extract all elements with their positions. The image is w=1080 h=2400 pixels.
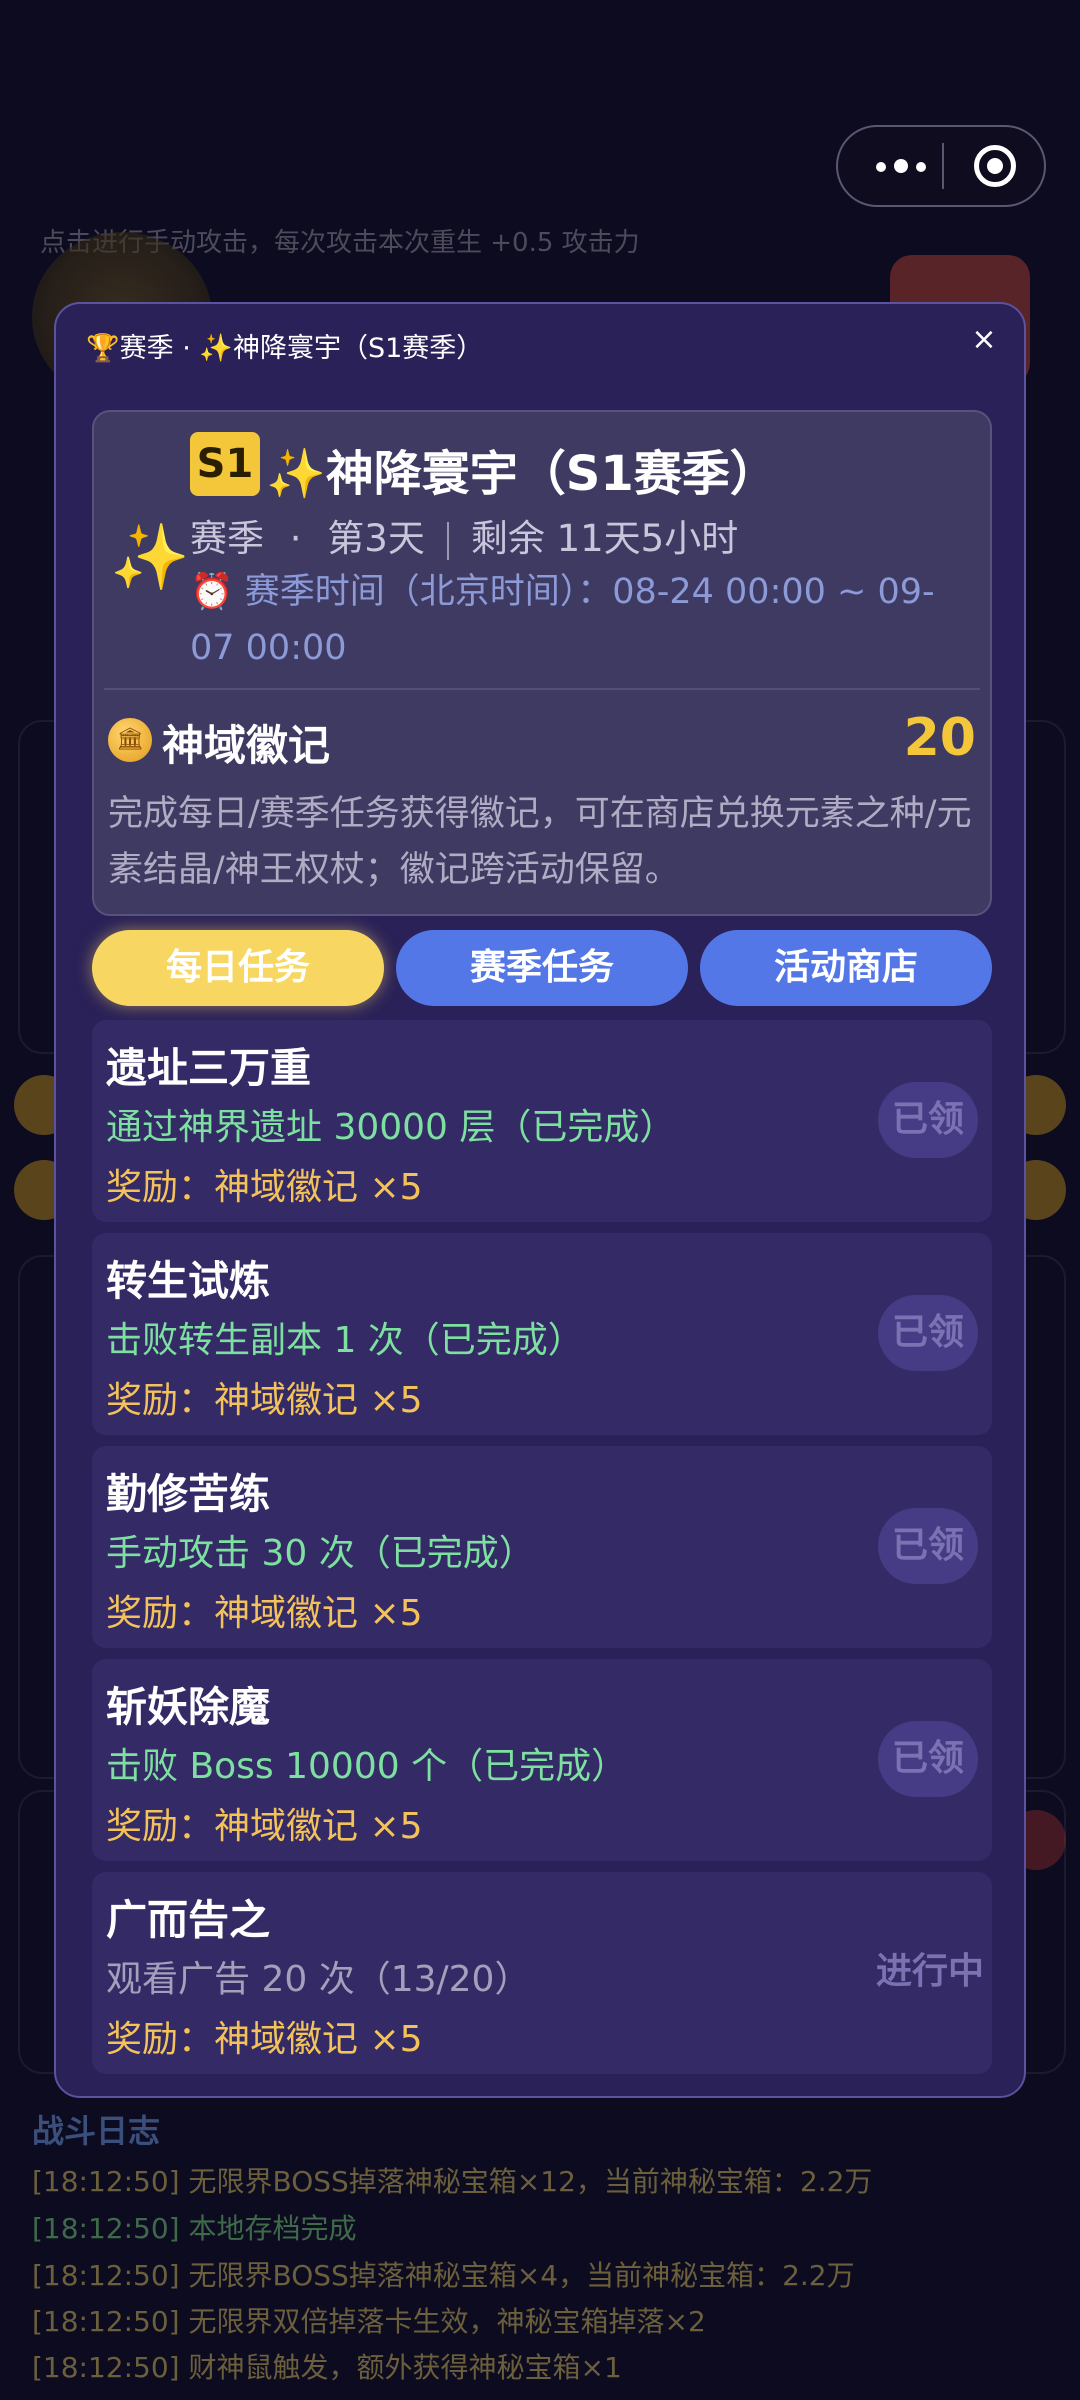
log-line: [18:12:50] 无限界BOSS掉落神秘宝箱×4，当前神秘宝箱：2.2万 <box>32 2259 855 2292</box>
season-modal: 🏆赛季 · ✨神降寰宇（S1赛季） × ✨ S1 ✨神降寰宇（S1赛季） 赛季 … <box>54 302 1026 2098</box>
tab-daily-tasks[interactable]: 每日任务 <box>92 930 384 1006</box>
currency-description: 完成每日/赛季任务获得徽记，可在商店兑换元素之种/元素结晶/神王权杖；徽记跨活动… <box>108 794 972 890</box>
modal-title: 🏆赛季 · ✨神降寰宇（S1赛季） <box>86 333 484 364</box>
divider <box>104 688 980 690</box>
close-icon[interactable]: × <box>964 322 1004 357</box>
tab-season-tasks[interactable]: 赛季任务 <box>396 930 688 1006</box>
season-type: 赛季 <box>190 517 264 560</box>
log-line: [18:12:50] 本地存档完成 <box>32 2212 357 2245</box>
task-reward: 奖励：神域徽记 ×5 <box>106 2019 423 2060</box>
emblem-coin-icon: 🏛 <box>108 718 152 762</box>
currency-value: 20 <box>903 708 976 768</box>
task-name: 勤修苦练 <box>106 1470 270 1518</box>
task-item: 斩妖除魔 击败 Boss 10000 个（已完成） 奖励：神域徽记 ×5 已领 <box>92 1659 992 1861</box>
season-meta: 赛季 · 第3天 剩余 11天5小时 <box>190 508 738 562</box>
season-info-card: ✨ S1 ✨神降寰宇（S1赛季） 赛季 · 第3天 剩余 11天5小时 ⏰ 赛季时… <box>92 410 992 916</box>
task-reward: 奖励：神域徽记 ×5 <box>106 1380 423 1421</box>
sparkle-icon: ✨ <box>266 446 326 502</box>
log-line: [18:12:50] 无限界双倍掉落卡生效，神秘宝箱掉落×2 <box>32 2305 706 2338</box>
capsule-divider <box>942 143 944 189</box>
claimed-button[interactable]: 已领 <box>878 1508 978 1584</box>
more-dots-icon[interactable] <box>866 147 936 185</box>
log-line: [18:12:50] 无限界BOSS掉落神秘宝箱×12，当前神秘宝箱：2.2万 <box>32 2165 873 2198</box>
season-time: ⏰ 赛季时间（北京时间）：08-24 00:00 ~ 09-07 00:00 <box>190 572 935 668</box>
dot-separator: · <box>289 517 302 560</box>
task-item: 转生试炼 击败转生副本 1 次（已完成） 奖励：神域徽记 ×5 已领 <box>92 1233 992 1435</box>
task-reward: 奖励：神域徽记 ×5 <box>106 1167 423 1208</box>
currency-label: 神域徽记 <box>162 721 331 770</box>
task-description: 通过神界遗址 30000 层（已完成） <box>106 1107 676 1148</box>
battle-log-title: 战斗日志 <box>32 2112 161 2150</box>
task-reward: 奖励：神域徽记 ×5 <box>106 1806 423 1847</box>
task-name: 转生试炼 <box>106 1257 270 1305</box>
claimed-button[interactable]: 已领 <box>878 1295 978 1371</box>
task-name: 斩妖除魔 <box>106 1683 270 1731</box>
meta-divider <box>446 521 449 560</box>
task-description: 观看广告 20 次（13/20） <box>106 1959 531 2000</box>
miniprogram-capsule <box>836 125 1046 207</box>
claimed-button[interactable]: 已领 <box>878 1721 978 1797</box>
task-item: 广而告之 观看广告 20 次（13/20） 奖励：神域徽记 ×5 进行中 <box>92 1872 992 2074</box>
task-item: 遗址三万重 通过神界遗址 30000 层（已完成） 奖励：神域徽记 ×5 已领 <box>92 1020 992 1222</box>
sparkle-icon: ✨ <box>110 521 190 595</box>
task-reward: 奖励：神域徽记 ×5 <box>106 1593 423 1634</box>
tab-event-shop[interactable]: 活动商店 <box>700 930 992 1006</box>
task-description: 击败转生副本 1 次（已完成） <box>106 1320 584 1361</box>
season-remaining: 剩余 11天5小时 <box>470 517 739 560</box>
task-description: 击败 Boss 10000 个（已完成） <box>106 1746 628 1787</box>
target-circle-icon[interactable] <box>974 145 1016 187</box>
season-day: 第3天 <box>327 517 425 560</box>
log-line: [18:12:50] 财神鼠触发，额外获得神秘宝箱×1 <box>32 2351 622 2384</box>
task-name: 广而告之 <box>106 1896 270 1944</box>
task-name: 遗址三万重 <box>106 1044 311 1092</box>
task-item: 勤修苦练 手动攻击 30 次（已完成） 奖励：神域徽记 ×5 已领 <box>92 1446 992 1648</box>
season-name-text: 神降寰宇（S1赛季） <box>325 446 778 502</box>
season-badge: S1 <box>190 432 260 496</box>
claimed-button[interactable]: 已领 <box>878 1082 978 1158</box>
in-progress-status: 进行中 <box>875 1951 984 1992</box>
task-description: 手动攻击 30 次（已完成） <box>106 1533 535 1574</box>
season-name: ✨神降寰宇（S1赛季） <box>266 434 778 504</box>
